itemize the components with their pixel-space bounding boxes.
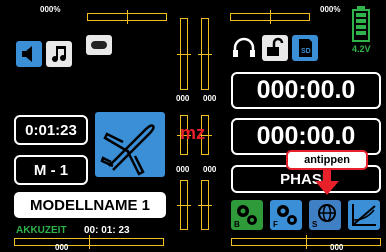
tape-button[interactable] [86,35,112,55]
curve-graph-icon [352,204,376,226]
sd-card-button[interactable]: SD [292,35,318,61]
trim-top-right-percent: 000% [320,5,341,14]
mz-logo: mz [180,123,206,143]
svg-text:S: S [312,220,318,229]
battery-icon [352,6,370,42]
trim-bar-top-right [230,10,310,24]
trim-value: 000 [203,94,217,103]
battery-voltage: 4.2V [352,44,371,54]
akku-time-label: AKKUZEIT [16,225,67,236]
music-note-icon [52,46,66,62]
sd-card-icon: SD [299,39,312,57]
akku-time-value: 00: 01: 23 [84,225,130,236]
trim-top-left-percent: 000% [40,5,61,14]
model-name-display[interactable]: MODELLNAME 1 [14,192,166,218]
gears-green-button[interactable]: B [231,200,263,230]
trim-bar-bottom-left [14,235,164,249]
model-type-button[interactable] [95,112,165,177]
trim-value: 000 [176,94,190,103]
trim-vertical-left-upper [177,18,191,90]
gears-blue-button[interactable]: F [270,200,302,230]
curve-button[interactable] [348,200,380,230]
svg-text:SD: SD [301,48,311,55]
tape-icon [91,41,107,49]
globe-icon: S [312,204,336,229]
trim-value: 000 [176,165,190,174]
gears-icon: F [273,205,297,229]
top-timer-display[interactable]: 000:00.0 [231,72,381,109]
arrow-down-icon [315,170,339,195]
lock-button[interactable] [262,35,288,61]
speaker-button[interactable] [16,41,42,67]
trim-vertical-right-upper [198,18,212,90]
trim-value: 000 [203,165,217,174]
trim-bar-bottom-right [231,235,381,249]
svg-text:B: B [234,220,240,229]
lock-icon [267,37,284,56]
trim-vertical-right-bottom [198,180,212,230]
headphone-button[interactable] [231,35,257,61]
gears-icon: B [234,205,257,229]
model-number-display[interactable]: M - 1 [14,155,88,185]
globe-button[interactable]: S [309,200,341,230]
trim-bar-top-left [87,10,167,24]
trim-vertical-left-bottom [177,180,191,230]
tap-callout: antippen [286,150,368,170]
music-button[interactable] [46,41,72,67]
airplane-icon [100,124,155,176]
speaker-icon [22,46,32,62]
model-time-display[interactable]: 0:01:23 [14,115,88,145]
svg-text:F: F [273,220,278,229]
headphone-icon [233,37,255,57]
